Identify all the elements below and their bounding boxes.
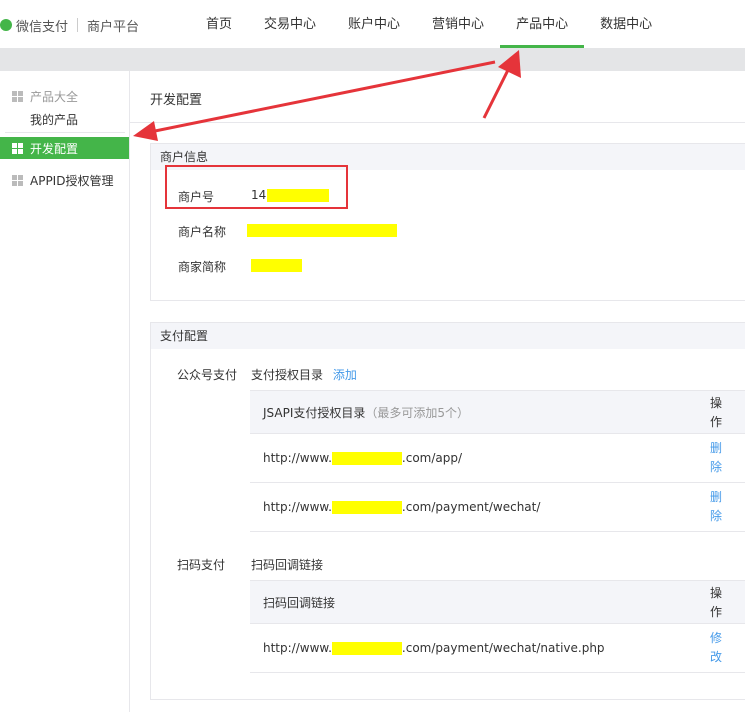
- nav-data-center[interactable]: 数据中心: [584, 0, 668, 48]
- url-suffix: .com/payment/wechat/: [401, 500, 541, 514]
- nav-product-center[interactable]: 产品中心: [500, 0, 585, 48]
- op-header: 操作: [710, 586, 723, 619]
- delete-link[interactable]: 删除: [710, 488, 724, 526]
- platform-name: 商户平台: [87, 19, 140, 35]
- redaction-mark: [331, 642, 402, 655]
- sidebar-item-dev-config[interactable]: 开发配置: [0, 137, 129, 159]
- native-pay-label: 扫码支付: [177, 558, 226, 572]
- top-header: 微信支付 商户平台 首页 交易中心 账户中心 营销中心 产品中心 数据中心: [0, 0, 745, 48]
- title-divider: [130, 122, 745, 123]
- url-suffix: .com/app/: [401, 451, 463, 465]
- logo-divider: [77, 18, 79, 32]
- table-header-label: JSAPI支付授权目录（最多可添加5个）: [263, 404, 469, 421]
- table-row: http://www. .com/payment/wechat/native.ph…: [250, 624, 745, 673]
- url-cell: http://www. .com/payment/wechat/: [263, 500, 540, 514]
- redaction-mark: [331, 452, 402, 465]
- nav-account-center[interactable]: 账户中心: [332, 0, 416, 48]
- sidebar-divider: [5, 132, 125, 133]
- redaction-mark: [247, 224, 397, 237]
- wechat-pay-logo-icon: [0, 19, 12, 31]
- url-prefix: http://www.: [263, 451, 332, 465]
- jsapi-dir-label: 支付授权目录 添加: [251, 366, 357, 383]
- url-prefix: http://www.: [263, 500, 332, 514]
- annotation-highlight-box: [165, 165, 348, 209]
- op-header: 操作: [710, 396, 723, 429]
- native-callback-table: 扫码回调链接 操作 http://www. .com/payment/wechat…: [250, 580, 745, 673]
- logo[interactable]: 微信支付 商户平台: [0, 14, 139, 36]
- jsapi-pay-label: 公众号支付: [177, 368, 238, 382]
- sidebar: 产品大全 我的产品 开发配置 APPID授权管理: [0, 71, 130, 712]
- table-header-label: 扫码回调链接: [263, 596, 336, 610]
- native-callback-label: 扫码回调链接: [251, 558, 324, 572]
- merchant-short-label: 商家简称: [178, 260, 227, 274]
- table-header: JSAPI支付授权目录（最多可添加5个） 操作: [250, 391, 745, 434]
- sidebar-group-title: 产品大全: [30, 89, 79, 104]
- url-suffix: .com/payment/wechat/native.php: [401, 641, 605, 655]
- url-cell: http://www. .com/payment/wechat/native.ph…: [263, 641, 605, 655]
- merchant-name-label: 商户名称: [178, 225, 227, 239]
- merchant-short-value: [251, 258, 302, 272]
- sidebar-item-label: 开发配置: [30, 141, 79, 156]
- header-text: JSAPI支付授权目录: [263, 406, 366, 420]
- arrow-line-to-nav: [482, 65, 512, 119]
- sidebar-item-label: APPID授权管理: [30, 173, 114, 188]
- add-dir-link[interactable]: 添加: [333, 368, 357, 382]
- sidebar-group-products: 产品大全: [0, 89, 130, 104]
- jsapi-dir-table: JSAPI支付授权目录（最多可添加5个） 操作 http://www. .com/…: [250, 390, 745, 532]
- merchant-name-value: [247, 223, 397, 237]
- url-prefix: http://www.: [263, 641, 332, 655]
- sidebar-item-appid-auth[interactable]: APPID授权管理: [0, 169, 129, 191]
- delete-link[interactable]: 删除: [710, 439, 724, 477]
- grid-icon: [12, 90, 23, 102]
- arrow-head-to-sidebar: [133, 121, 158, 141]
- table-row: http://www. .com/payment/wechat/ 删除: [250, 483, 745, 532]
- brand-name: 微信支付: [16, 19, 69, 35]
- modify-link[interactable]: 修改: [710, 629, 724, 667]
- header-gray-bar: [0, 48, 745, 71]
- nav-home[interactable]: 首页: [190, 0, 248, 48]
- redaction-mark: [331, 501, 402, 514]
- panel-header: 支付配置: [151, 323, 745, 349]
- url-cell: http://www. .com/app/: [263, 451, 462, 465]
- grid-icon: [12, 142, 23, 154]
- nav-trade-center[interactable]: 交易中心: [248, 0, 332, 48]
- sidebar-item-my-products[interactable]: 我的产品: [30, 111, 78, 128]
- redaction-mark: [251, 259, 302, 272]
- table-row: http://www. .com/app/ 删除: [250, 434, 745, 483]
- table-header: 扫码回调链接 操作: [250, 581, 745, 624]
- header-note: （最多可添加5个）: [365, 406, 470, 420]
- nav-marketing-center[interactable]: 营销中心: [416, 0, 500, 48]
- dir-label-text: 支付授权目录: [251, 368, 324, 382]
- grid-icon: [12, 174, 23, 186]
- page-title: 开发配置: [150, 93, 203, 108]
- main-nav: 首页 交易中心 账户中心 营销中心 产品中心 数据中心: [190, 0, 668, 48]
